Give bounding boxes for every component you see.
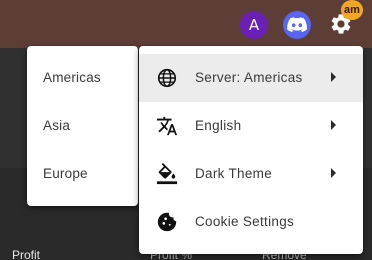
menu-item-server[interactable]: Server: Americas	[139, 54, 363, 102]
menu-item-theme-label: Dark Theme	[195, 166, 273, 181]
globe-icon	[157, 68, 177, 88]
menu-item-theme[interactable]: Dark Theme	[139, 150, 363, 198]
submenu-arrow-icon	[331, 168, 336, 178]
region-option-americas[interactable]: Americas	[27, 54, 138, 102]
region-option-europe[interactable]: Europe	[27, 150, 138, 198]
menu-item-server-label: Server: Americas	[195, 70, 303, 85]
cookie-icon	[157, 212, 177, 232]
top-app-bar: A am	[0, 0, 372, 48]
column-header-profit: Profit	[12, 248, 41, 260]
translate-icon	[156, 116, 178, 136]
server-region-submenu: Americas Asia Europe	[27, 46, 138, 206]
menu-item-cookie-settings-label: Cookie Settings	[195, 214, 295, 229]
settings-menu: Server: Americas English Dark Theme Cook…	[139, 46, 363, 254]
submenu-arrow-icon	[331, 72, 336, 82]
discord-button[interactable]	[283, 11, 311, 39]
notification-badge: am	[341, 0, 363, 20]
submenu-arrow-icon	[331, 120, 336, 130]
menu-item-cookie-settings[interactable]: Cookie Settings	[139, 198, 363, 246]
user-avatar[interactable]: A	[240, 11, 268, 39]
paint-bucket-icon	[156, 163, 178, 185]
region-option-asia[interactable]: Asia	[27, 102, 138, 150]
discord-icon	[287, 17, 307, 33]
menu-item-language-label: English	[195, 118, 242, 133]
menu-item-language[interactable]: English	[139, 102, 363, 150]
